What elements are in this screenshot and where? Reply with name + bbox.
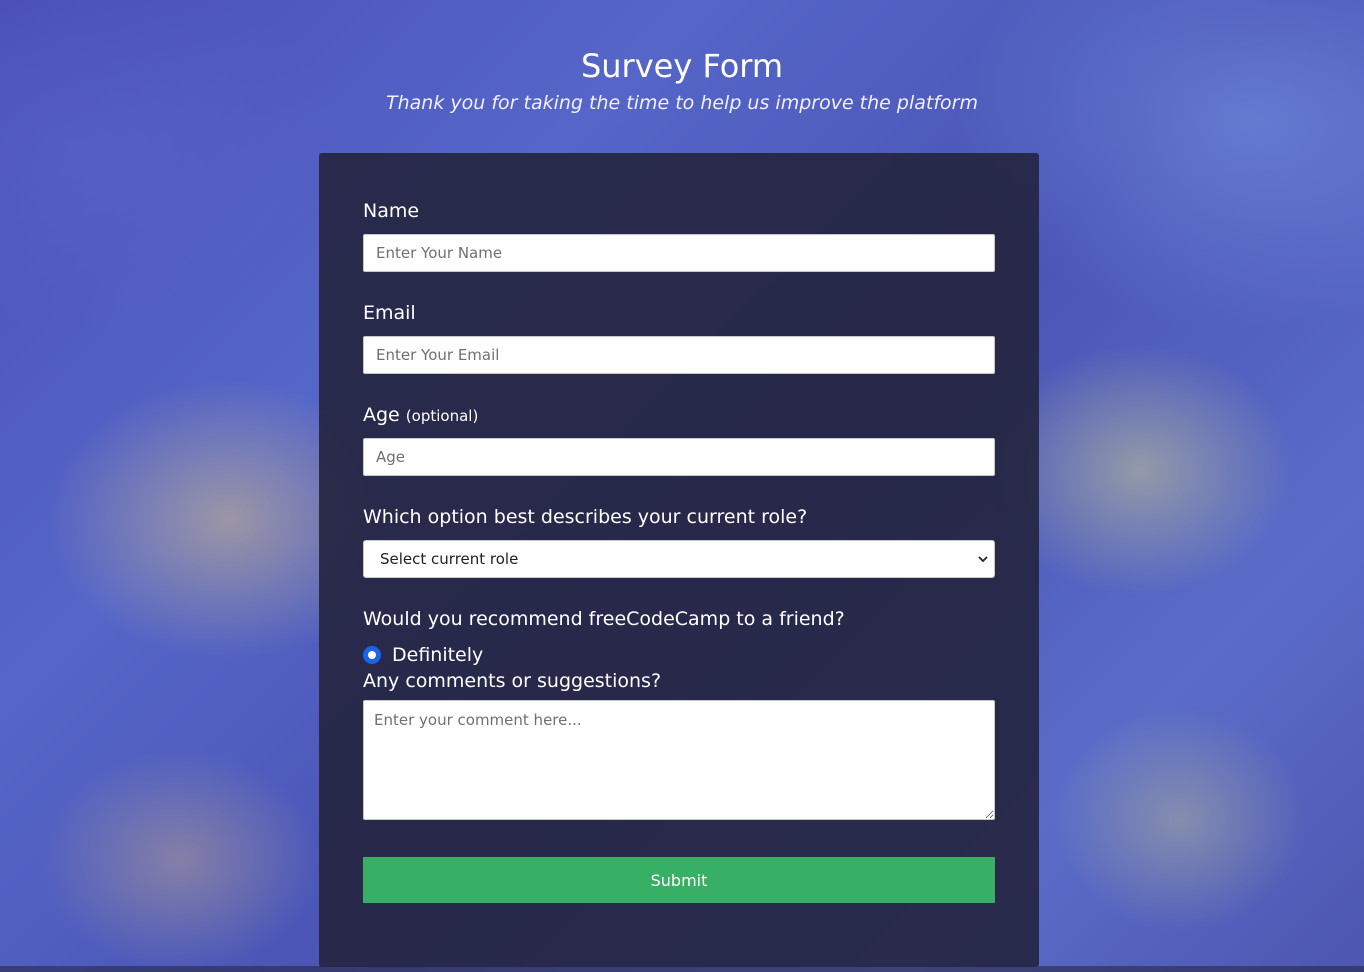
submit-button[interactable]: Submit xyxy=(363,857,995,903)
radio-label-definitely: Definitely xyxy=(392,644,484,666)
page-bottom-edge xyxy=(0,966,1364,972)
role-select[interactable]: Select current role xyxy=(363,540,995,578)
age-field-group: Age (optional) xyxy=(363,402,995,476)
radio-option-definitely[interactable]: Definitely xyxy=(363,642,483,668)
age-label: Age (optional) xyxy=(363,402,995,429)
name-field-group: Name xyxy=(363,198,995,272)
comments-field-group: Any comments or suggestions? xyxy=(363,668,995,820)
recommend-label: Would you recommend freeCodeCamp to a fr… xyxy=(363,608,845,630)
role-select-value: Select current role xyxy=(380,550,519,568)
recommend-field-group: Would you recommend freeCodeCamp to a fr… xyxy=(363,606,995,666)
chevron-down-icon xyxy=(976,541,990,577)
age-label-text: Age xyxy=(363,404,400,426)
page-description: Thank you for taking the time to help us… xyxy=(386,92,978,114)
page-title: Survey Form xyxy=(580,47,784,85)
email-field-group: Email xyxy=(363,300,995,374)
name-label: Name xyxy=(363,200,420,222)
age-input[interactable] xyxy=(363,438,995,476)
page-header: Survey Form Thank you for taking the tim… xyxy=(0,44,1364,118)
email-input[interactable] xyxy=(363,336,995,374)
age-optional-hint: (optional) xyxy=(405,407,479,425)
role-field-group: Which option best describes your current… xyxy=(363,504,995,578)
radio-button-checked[interactable] xyxy=(363,646,381,664)
role-label: Which option best describes your current… xyxy=(363,506,808,528)
survey-form: Name Email Age (optional) Which option b… xyxy=(319,153,1039,967)
comments-label: Any comments or suggestions? xyxy=(363,670,662,692)
email-label: Email xyxy=(363,302,416,324)
name-input[interactable] xyxy=(363,234,995,272)
comments-textarea[interactable] xyxy=(363,700,995,820)
